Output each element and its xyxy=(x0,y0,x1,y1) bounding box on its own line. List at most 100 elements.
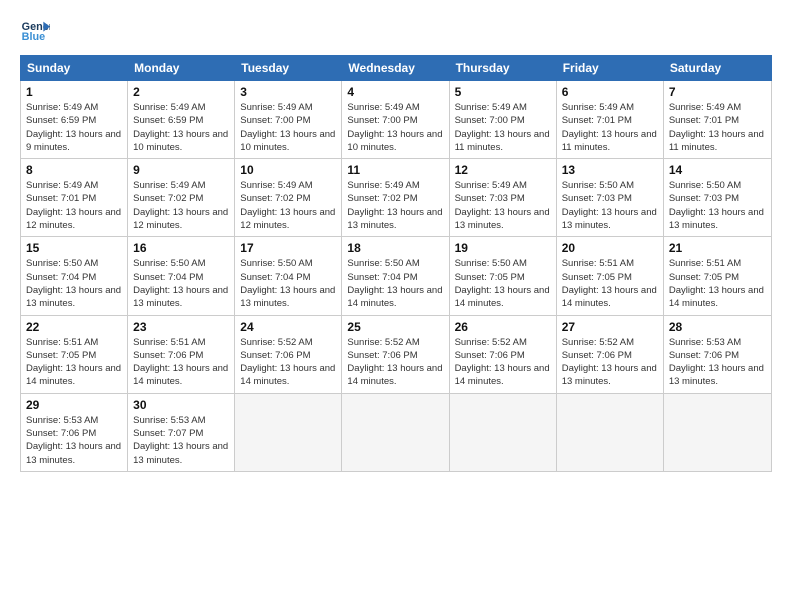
daylight-text: Daylight: 13 hours and 14 minutes. xyxy=(347,362,443,389)
day-cell-22: 22Sunrise: 5:51 AMSunset: 7:05 PMDayligh… xyxy=(21,316,128,393)
daylight-text: Daylight: 13 hours and 12 minutes. xyxy=(26,206,122,233)
daylight-text: Daylight: 13 hours and 14 minutes. xyxy=(562,284,658,311)
daylight-text: Daylight: 13 hours and 13 minutes. xyxy=(455,206,551,233)
sunset-text: Sunset: 7:01 PM xyxy=(26,192,122,205)
day-cell-2: 2Sunrise: 5:49 AMSunset: 6:59 PMDaylight… xyxy=(128,81,235,158)
daylight-text: Daylight: 13 hours and 11 minutes. xyxy=(455,128,551,155)
day-cell-23: 23Sunrise: 5:51 AMSunset: 7:06 PMDayligh… xyxy=(128,316,235,393)
sunrise-text: Sunrise: 5:50 AM xyxy=(26,257,122,270)
logo: General Blue xyxy=(20,15,54,45)
empty-cell xyxy=(342,394,449,471)
daylight-text: Daylight: 13 hours and 13 minutes. xyxy=(669,362,766,389)
sunrise-text: Sunrise: 5:51 AM xyxy=(669,257,766,270)
day-cell-9: 9Sunrise: 5:49 AMSunset: 7:02 PMDaylight… xyxy=(128,159,235,236)
sunset-text: Sunset: 7:04 PM xyxy=(26,271,122,284)
sunset-text: Sunset: 6:59 PM xyxy=(26,114,122,127)
calendar-week-1: 1Sunrise: 5:49 AMSunset: 6:59 PMDaylight… xyxy=(21,81,771,159)
sunrise-text: Sunrise: 5:49 AM xyxy=(240,101,336,114)
sunset-text: Sunset: 7:04 PM xyxy=(240,271,336,284)
sunrise-text: Sunrise: 5:53 AM xyxy=(133,414,229,427)
sunset-text: Sunset: 7:00 PM xyxy=(240,114,336,127)
day-cell-25: 25Sunrise: 5:52 AMSunset: 7:06 PMDayligh… xyxy=(342,316,449,393)
day-number: 22 xyxy=(26,320,122,334)
daylight-text: Daylight: 13 hours and 11 minutes. xyxy=(669,128,766,155)
daylight-text: Daylight: 13 hours and 10 minutes. xyxy=(240,128,336,155)
sunset-text: Sunset: 7:02 PM xyxy=(347,192,443,205)
daylight-text: Daylight: 13 hours and 12 minutes. xyxy=(133,206,229,233)
sunset-text: Sunset: 6:59 PM xyxy=(133,114,229,127)
sunrise-text: Sunrise: 5:49 AM xyxy=(240,179,336,192)
day-number: 15 xyxy=(26,241,122,255)
daylight-text: Daylight: 13 hours and 13 minutes. xyxy=(669,206,766,233)
day-cell-28: 28Sunrise: 5:53 AMSunset: 7:06 PMDayligh… xyxy=(664,316,771,393)
sunset-text: Sunset: 7:02 PM xyxy=(240,192,336,205)
sunrise-text: Sunrise: 5:52 AM xyxy=(455,336,551,349)
day-number: 23 xyxy=(133,320,229,334)
day-cell-18: 18Sunrise: 5:50 AMSunset: 7:04 PMDayligh… xyxy=(342,237,449,314)
day-cell-26: 26Sunrise: 5:52 AMSunset: 7:06 PMDayligh… xyxy=(450,316,557,393)
sunrise-text: Sunrise: 5:51 AM xyxy=(26,336,122,349)
empty-cell xyxy=(450,394,557,471)
sunrise-text: Sunrise: 5:49 AM xyxy=(347,101,443,114)
sunrise-text: Sunrise: 5:50 AM xyxy=(133,257,229,270)
day-number: 4 xyxy=(347,85,443,99)
day-cell-30: 30Sunrise: 5:53 AMSunset: 7:07 PMDayligh… xyxy=(128,394,235,471)
sunset-text: Sunset: 7:05 PM xyxy=(669,271,766,284)
sunrise-text: Sunrise: 5:49 AM xyxy=(455,179,551,192)
daylight-text: Daylight: 13 hours and 10 minutes. xyxy=(347,128,443,155)
sunset-text: Sunset: 7:06 PM xyxy=(133,349,229,362)
calendar-header: SundayMondayTuesdayWednesdayThursdayFrid… xyxy=(20,55,772,81)
sunset-text: Sunset: 7:03 PM xyxy=(669,192,766,205)
daylight-text: Daylight: 13 hours and 13 minutes. xyxy=(133,440,229,467)
sunrise-text: Sunrise: 5:49 AM xyxy=(347,179,443,192)
sunrise-text: Sunrise: 5:53 AM xyxy=(669,336,766,349)
header-day-tuesday: Tuesday xyxy=(235,56,342,80)
day-number: 7 xyxy=(669,85,766,99)
sunrise-text: Sunrise: 5:52 AM xyxy=(562,336,658,349)
day-cell-3: 3Sunrise: 5:49 AMSunset: 7:00 PMDaylight… xyxy=(235,81,342,158)
sunset-text: Sunset: 7:05 PM xyxy=(26,349,122,362)
day-cell-5: 5Sunrise: 5:49 AMSunset: 7:00 PMDaylight… xyxy=(450,81,557,158)
daylight-text: Daylight: 13 hours and 14 minutes. xyxy=(669,284,766,311)
day-cell-24: 24Sunrise: 5:52 AMSunset: 7:06 PMDayligh… xyxy=(235,316,342,393)
day-cell-19: 19Sunrise: 5:50 AMSunset: 7:05 PMDayligh… xyxy=(450,237,557,314)
sunrise-text: Sunrise: 5:53 AM xyxy=(26,414,122,427)
sunset-text: Sunset: 7:06 PM xyxy=(669,349,766,362)
header: General Blue xyxy=(20,15,772,45)
day-number: 20 xyxy=(562,241,658,255)
empty-cell xyxy=(664,394,771,471)
sunrise-text: Sunrise: 5:49 AM xyxy=(562,101,658,114)
daylight-text: Daylight: 13 hours and 14 minutes. xyxy=(347,284,443,311)
day-number: 13 xyxy=(562,163,658,177)
day-number: 12 xyxy=(455,163,551,177)
empty-cell xyxy=(235,394,342,471)
sunset-text: Sunset: 7:03 PM xyxy=(562,192,658,205)
day-number: 1 xyxy=(26,85,122,99)
sunset-text: Sunset: 7:06 PM xyxy=(347,349,443,362)
day-number: 6 xyxy=(562,85,658,99)
daylight-text: Daylight: 13 hours and 13 minutes. xyxy=(240,284,336,311)
sunrise-text: Sunrise: 5:49 AM xyxy=(26,101,122,114)
day-cell-15: 15 Sunrise: 5:50 AMSunset: 7:04 PMDayligh… xyxy=(21,237,128,314)
sunrise-text: Sunrise: 5:50 AM xyxy=(669,179,766,192)
day-number: 18 xyxy=(347,241,443,255)
logo-icon: General Blue xyxy=(20,15,50,45)
daylight-text: Daylight: 13 hours and 14 minutes. xyxy=(133,362,229,389)
sunrise-text: Sunrise: 5:49 AM xyxy=(455,101,551,114)
day-number: 29 xyxy=(26,398,122,412)
header-day-saturday: Saturday xyxy=(664,56,771,80)
day-cell-4: 4Sunrise: 5:49 AMSunset: 7:00 PMDaylight… xyxy=(342,81,449,158)
sunset-text: Sunset: 7:06 PM xyxy=(240,349,336,362)
daylight-text: Daylight: 13 hours and 9 minutes. xyxy=(26,128,122,155)
sunset-text: Sunset: 7:01 PM xyxy=(669,114,766,127)
sunset-text: Sunset: 7:06 PM xyxy=(26,427,122,440)
daylight-text: Daylight: 13 hours and 13 minutes. xyxy=(26,440,122,467)
header-day-friday: Friday xyxy=(557,56,664,80)
daylight-text: Daylight: 13 hours and 13 minutes. xyxy=(26,284,122,311)
calendar-week-2: 8Sunrise: 5:49 AMSunset: 7:01 PMDaylight… xyxy=(21,159,771,237)
daylight-text: Daylight: 13 hours and 14 minutes. xyxy=(455,362,551,389)
day-cell-29: 29 Sunrise: 5:53 AMSunset: 7:06 PMDayligh… xyxy=(21,394,128,471)
sunrise-text: Sunrise: 5:49 AM xyxy=(133,101,229,114)
sunrise-text: Sunrise: 5:49 AM xyxy=(669,101,766,114)
sunrise-text: Sunrise: 5:49 AM xyxy=(26,179,122,192)
